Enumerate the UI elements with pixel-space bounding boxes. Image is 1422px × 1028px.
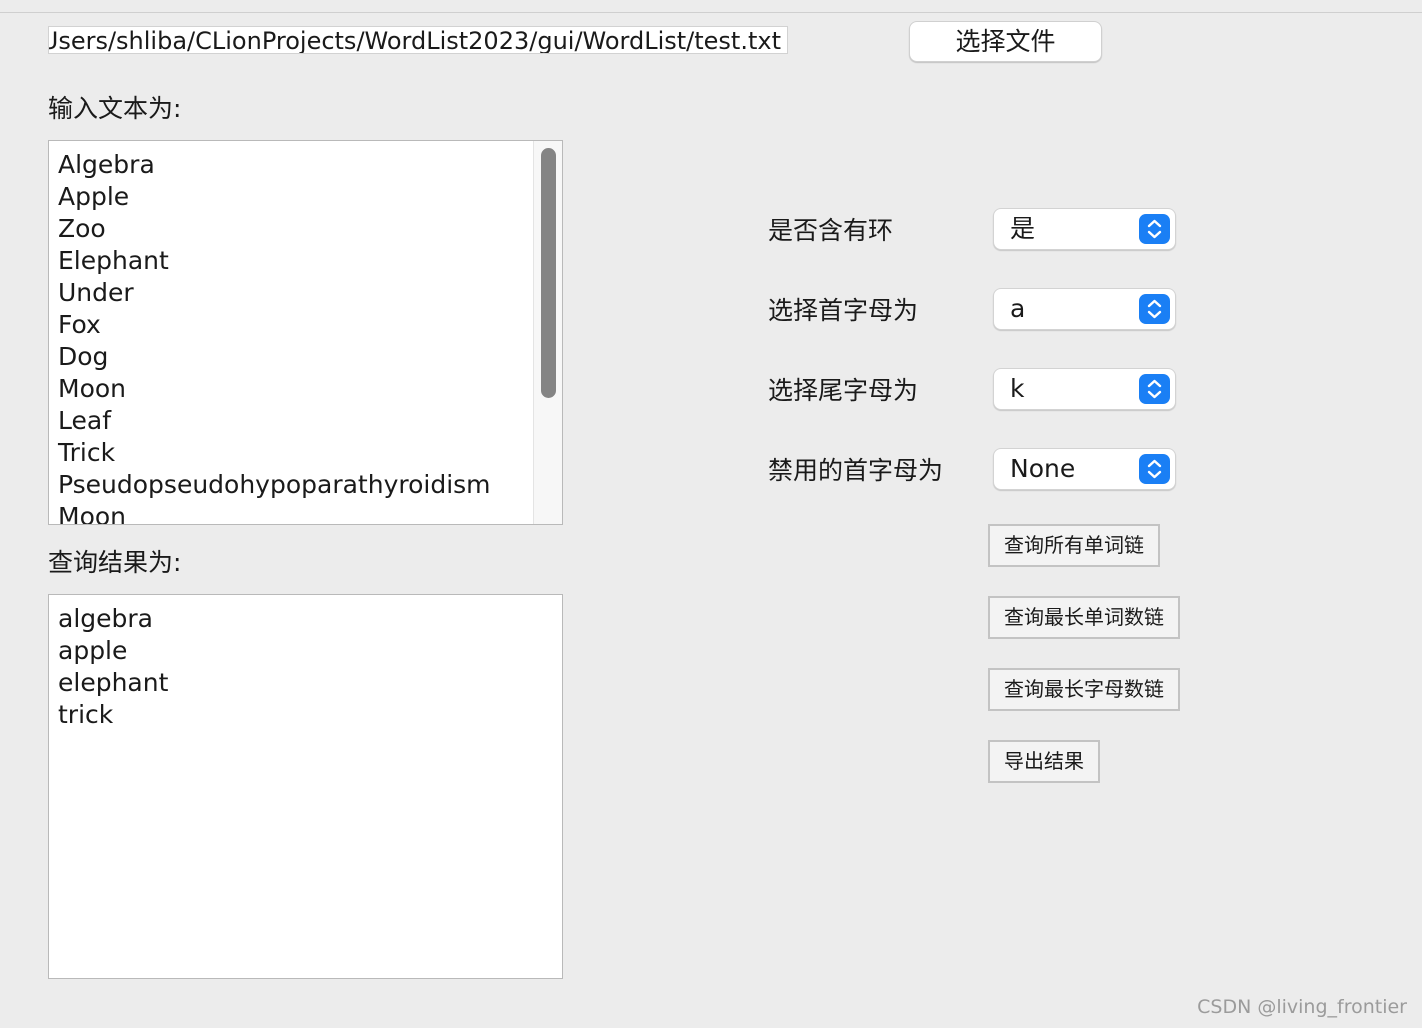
first-letter-select-value: a xyxy=(1010,294,1026,323)
last-letter-select-value: k xyxy=(1010,374,1025,403)
cycle-option-label: 是否含有环 xyxy=(768,216,894,245)
result-line: trick xyxy=(58,700,114,729)
first-letter-label: 选择首字母为 xyxy=(768,296,919,325)
input-line: Moon xyxy=(58,374,127,403)
query-longest-letter-chain-button[interactable]: 查询最长字母数链 xyxy=(988,668,1180,711)
query-longest-word-chain-button[interactable]: 查询最长单词数链 xyxy=(988,596,1180,639)
input-line: Elephant xyxy=(58,246,169,275)
chevron-up-down-icon xyxy=(1139,374,1170,404)
input-line: Pseudopseudohypoparathyroidism xyxy=(58,470,491,499)
cycle-select-value: 是 xyxy=(1010,214,1036,243)
input-text-area[interactable]: Algebra Apple Zoo Elephant Under Fox Dog… xyxy=(48,140,563,525)
chevron-up-down-icon xyxy=(1139,454,1170,484)
result-line: algebra xyxy=(58,604,153,633)
export-result-button[interactable]: 导出结果 xyxy=(988,740,1100,783)
result-line: apple xyxy=(58,636,128,665)
result-line: elephant xyxy=(58,668,169,697)
last-letter-label: 选择尾字母为 xyxy=(768,376,919,405)
input-line: Algebra xyxy=(58,150,155,179)
input-line: Zoo xyxy=(58,214,106,243)
chevron-up-down-icon xyxy=(1139,294,1170,324)
input-scrollbar-thumb[interactable] xyxy=(541,148,556,398)
cycle-select[interactable]: 是 xyxy=(993,208,1176,250)
input-line: Apple xyxy=(58,182,130,211)
input-line: Fox xyxy=(58,310,101,339)
banned-first-letter-label: 禁用的首字母为 xyxy=(768,456,944,485)
input-line: Trick xyxy=(58,438,116,467)
input-text-label: 输入文本为: xyxy=(48,94,182,123)
input-scrollbar[interactable] xyxy=(533,141,562,524)
input-line: Under xyxy=(58,278,134,307)
input-line: Leaf xyxy=(58,406,111,435)
chevron-up-down-icon xyxy=(1139,214,1170,244)
file-path-field[interactable]: /Users/shliba/CLionProjects/WordList2023… xyxy=(48,26,788,54)
result-text-lines: algebra apple elephant trick xyxy=(58,603,168,731)
choose-file-button[interactable]: 选择文件 xyxy=(909,21,1102,62)
banned-first-letter-select[interactable]: None xyxy=(993,448,1176,490)
first-letter-select[interactable]: a xyxy=(993,288,1176,330)
watermark: CSDN @living_frontier xyxy=(1197,996,1407,1018)
result-text-area[interactable]: algebra apple elephant trick xyxy=(48,594,563,979)
window-top-divider xyxy=(0,12,1422,13)
banned-first-letter-select-value: None xyxy=(1010,454,1076,483)
input-line: Dog xyxy=(58,342,109,371)
file-path-text: /Users/shliba/CLionProjects/WordList2023… xyxy=(48,27,781,54)
last-letter-select[interactable]: k xyxy=(993,368,1176,410)
result-label: 查询结果为: xyxy=(48,548,182,577)
input-text-lines: Algebra Apple Zoo Elephant Under Fox Dog… xyxy=(58,149,491,525)
query-all-chains-button[interactable]: 查询所有单词链 xyxy=(988,524,1160,567)
input-line: Moon xyxy=(58,502,127,525)
